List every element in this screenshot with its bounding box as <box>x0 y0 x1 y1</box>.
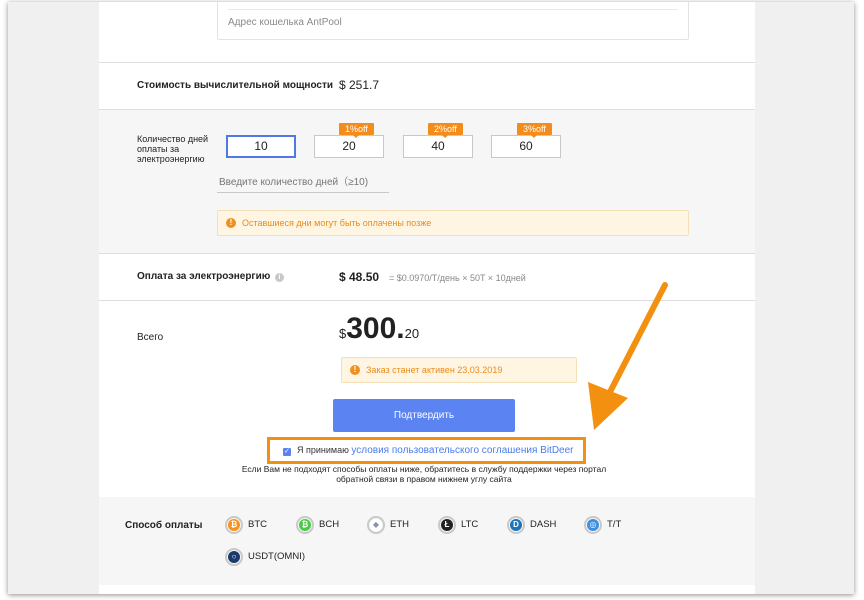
payment-method-dash[interactable]: D DASH <box>507 516 556 534</box>
eth-icon: ◆ <box>367 516 385 534</box>
agreement-link[interactable]: условия пользовательского соглашения Bit… <box>351 445 573 456</box>
activation-notice: ! Заказ станет активен 23.03.2019 <box>341 357 577 383</box>
confirm-button[interactable]: Подтвердить <box>333 399 515 432</box>
wallet-divider <box>228 9 678 10</box>
globe-icon: ◎ <box>584 516 602 534</box>
payment-method-label: T/T <box>607 519 622 530</box>
agreement-row: ✓ Я принимаю условия пользовательского с… <box>267 437 586 464</box>
total-label: Всего <box>137 332 164 343</box>
activation-notice-text: Заказ станет активен 23.03.2019 <box>366 365 503 375</box>
discount-badge-20: 1%off <box>339 123 374 138</box>
days-notice-text: Оставшиеся дни могут быть оплачены позже <box>242 218 432 228</box>
payment-method-label: BTC <box>248 519 267 530</box>
warning-icon: ! <box>350 365 360 375</box>
agreement-prefix: Я принимаю <box>297 445 352 455</box>
payment-help-text: Если Вам не подходят способы оплаты ниже… <box>229 464 619 484</box>
browser-frame: Адрес кошелька AntPool Стоимость вычисли… <box>8 2 854 594</box>
hashrate-cost-value: $ 251.7 <box>339 78 380 92</box>
day-option-20[interactable]: 20 <box>314 135 384 158</box>
warning-icon: ! <box>226 218 236 228</box>
electricity-formula: = $0.0970/T/день × 50T × 10дней <box>389 273 526 283</box>
total-integer: 300. <box>346 312 405 345</box>
payment-method-label: DASH <box>530 519 557 530</box>
payment-method-label: LTC <box>461 519 479 530</box>
order-panel: Адрес кошелька AntPool Стоимость вычисли… <box>99 2 755 594</box>
divider <box>99 253 755 254</box>
day-option-40[interactable]: 40 <box>403 135 473 158</box>
payment-method-btc[interactable]: ₿ BTC <box>225 516 267 534</box>
payment-method-label: USDT(OMNI) <box>248 551 305 562</box>
agreement-checkbox[interactable]: ✓ <box>283 448 291 456</box>
electricity-label: Оплата за электроэнергию <box>137 271 271 282</box>
total-decimal: 20 <box>404 326 420 341</box>
days-count-input[interactable] <box>217 173 389 193</box>
wallet-address-placeholder: Адрес кошелька AntPool <box>228 17 342 28</box>
bch-icon: ₿ <box>296 516 314 534</box>
days-label-line1: Количество дней <box>137 134 209 144</box>
payment-method-label: BCH <box>319 519 340 530</box>
discount-badge-40: 2%off <box>428 123 463 138</box>
discount-badge-60: 3%off <box>517 123 552 138</box>
payment-method-ltc[interactable]: Ł LTC <box>438 516 478 534</box>
payment-method-bch[interactable]: ₿ BCH <box>296 516 339 534</box>
payment-method-label: ETH <box>390 519 409 530</box>
payment-method-usdt[interactable]: ○ USDT(OMNI) <box>225 548 305 566</box>
electricity-amount: $ 48.50 <box>339 270 380 284</box>
agreement-text: Я принимаю условия пользовательского сог… <box>297 445 574 456</box>
payment-method-tt[interactable]: ◎ T/T <box>584 516 621 534</box>
payment-method-eth[interactable]: ◆ ETH <box>367 516 409 534</box>
day-option-10[interactable]: 10 <box>226 135 296 158</box>
hashrate-cost-label: Стоимость вычислительной мощности <box>137 80 334 91</box>
payment-section: Способ оплаты ₿ BTC ₿ BCH ◆ ETH Ł LTC D … <box>99 497 755 585</box>
wallet-address-field[interactable]: Адрес кошелька AntPool <box>217 2 689 40</box>
help-line2: обратной связи в правом нижнем углу сайт… <box>336 474 512 484</box>
total-amount: $300.20 <box>339 312 419 346</box>
payment-label: Способ оплаты <box>125 520 203 531</box>
days-label-line2: оплаты за <box>137 144 180 154</box>
btc-icon: ₿ <box>225 516 243 534</box>
dash-icon: D <box>507 516 525 534</box>
help-line1: Если Вам не подходят способы оплаты ниже… <box>241 464 607 474</box>
ltc-icon: Ł <box>438 516 456 534</box>
divider <box>99 300 755 301</box>
days-label-line3: электроэнергию <box>137 154 205 164</box>
usdt-icon: ○ <box>225 548 243 566</box>
info-icon[interactable]: i <box>275 273 284 282</box>
days-notice: ! Оставшиеся дни могут быть оплачены поз… <box>217 210 689 236</box>
divider <box>99 62 755 63</box>
day-option-60[interactable]: 60 <box>491 135 561 158</box>
